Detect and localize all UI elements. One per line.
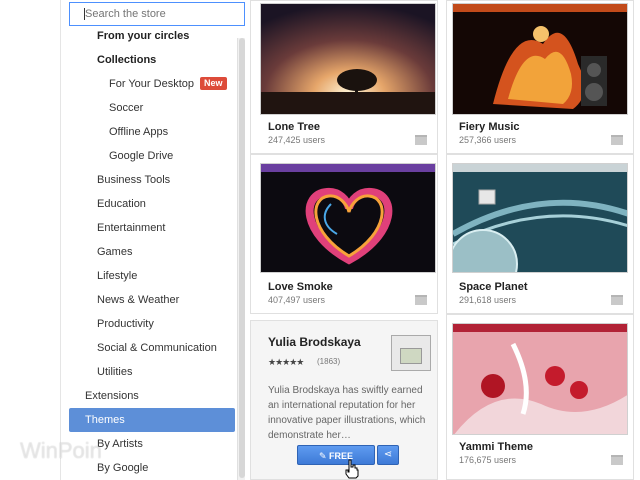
folder-icon[interactable] bbox=[611, 295, 623, 305]
hand-pointer-icon bbox=[345, 459, 359, 479]
sidebar-item-education[interactable]: Education bbox=[61, 192, 237, 216]
sidebar-item-label: By Artists bbox=[97, 438, 143, 450]
scrollbar-thumb[interactable] bbox=[239, 38, 245, 478]
sidebar-item-label: For Your Desktop bbox=[109, 78, 194, 90]
artist-theme-thumbnail[interactable] bbox=[391, 335, 431, 371]
artist-card[interactable]: Yulia Brodskaya ★★★★★ (1863) Yulia Brods… bbox=[250, 320, 438, 480]
theme-preview-icon bbox=[400, 348, 422, 364]
sidebar-item-games[interactable]: Games bbox=[61, 240, 237, 264]
theme-card-space-planet[interactable]: Space Planet 291,618 users bbox=[446, 154, 634, 314]
folder-icon[interactable] bbox=[611, 135, 623, 145]
rating-stars: ★★★★★ bbox=[268, 357, 304, 367]
lone-tree-image bbox=[261, 4, 435, 114]
theme-users: 247,425 users bbox=[268, 135, 326, 145]
folder-icon[interactable] bbox=[415, 295, 427, 305]
theme-card-yammi-theme[interactable]: Yammi Theme 176,675 users bbox=[446, 314, 634, 480]
sidebar-item-label: Productivity bbox=[97, 318, 154, 330]
theme-thumbnail[interactable] bbox=[260, 163, 436, 273]
fiery-music-image bbox=[453, 4, 627, 114]
theme-users: 257,366 users bbox=[459, 135, 517, 145]
theme-title[interactable]: Fiery Music bbox=[459, 121, 520, 133]
sidebar-item-label: Utilities bbox=[97, 366, 133, 378]
sidebar-item-soccer[interactable]: Soccer bbox=[61, 96, 237, 120]
sidebar-item-business-tools[interactable]: Business Tools bbox=[61, 168, 237, 192]
sidebar-item-label: By Google bbox=[97, 462, 149, 474]
sidebar-item-label: Business Tools bbox=[97, 174, 171, 186]
share-button[interactable]: ⋖ bbox=[377, 445, 399, 465]
sidebar-item-from-your-circles[interactable]: From your circles bbox=[61, 24, 237, 48]
theme-title[interactable]: Yammi Theme bbox=[459, 441, 533, 453]
sidebar-item-label: Themes bbox=[85, 414, 125, 426]
sidebar-item-label: From your circles bbox=[97, 30, 190, 42]
folder-icon[interactable] bbox=[415, 135, 427, 145]
sidebar-item-label: Collections bbox=[97, 54, 157, 66]
sidebar-item-lifestyle[interactable]: Lifestyle bbox=[61, 264, 237, 288]
sidebar-item-google-drive[interactable]: Google Drive bbox=[61, 144, 237, 168]
theme-card-fiery-music[interactable]: Fiery Music 257,366 users bbox=[446, 0, 634, 154]
brush-icon: ✎ bbox=[318, 451, 330, 461]
space-planet-image bbox=[453, 164, 627, 272]
yammi-theme-image bbox=[453, 324, 627, 434]
sidebar-item-label: Google Drive bbox=[109, 150, 174, 162]
theme-users: 407,497 users bbox=[268, 295, 326, 305]
artist-name[interactable]: Yulia Brodskaya bbox=[268, 335, 361, 349]
sidebar-item-themes[interactable]: Themes bbox=[69, 408, 235, 432]
sidebar-item-label: Extensions bbox=[85, 390, 139, 402]
theme-thumbnail[interactable] bbox=[260, 3, 436, 115]
sidebar-item-utilities[interactable]: Utilities bbox=[61, 360, 237, 384]
theme-thumbnail[interactable] bbox=[452, 3, 628, 115]
sidebar-item-social-communication[interactable]: Social & Communication bbox=[61, 336, 237, 360]
sidebar-item-for-your-desktop[interactable]: For Your Desktop New bbox=[61, 72, 237, 96]
love-smoke-image bbox=[261, 164, 435, 272]
sidebar-item-label: Education bbox=[97, 198, 146, 210]
rating-count: (1863) bbox=[317, 357, 341, 366]
sidebar-item-label: News & Weather bbox=[97, 294, 180, 306]
theme-users: 176,675 users bbox=[459, 455, 517, 465]
theme-thumbnail[interactable] bbox=[452, 163, 628, 273]
sidebar-item-news-weather[interactable]: News & Weather bbox=[61, 288, 237, 312]
sidebar-item-label: Games bbox=[97, 246, 133, 258]
new-badge: New bbox=[200, 77, 227, 90]
window-left-margin bbox=[0, 0, 60, 480]
theme-title[interactable]: Lone Tree bbox=[268, 121, 320, 133]
theme-title[interactable]: Love Smoke bbox=[268, 281, 333, 293]
themes-grid: Lone Tree 247,425 users Fiery Music 257,… bbox=[250, 0, 640, 480]
theme-users: 291,618 users bbox=[459, 295, 517, 305]
sidebar: From your circles Collections For Your D… bbox=[60, 0, 250, 480]
folder-icon[interactable] bbox=[611, 455, 623, 465]
search-input[interactable] bbox=[69, 2, 245, 26]
sidebar-scrollbar[interactable] bbox=[237, 38, 245, 480]
theme-card-love-smoke[interactable]: Love Smoke 407,497 users bbox=[250, 154, 438, 314]
search-box[interactable] bbox=[69, 2, 245, 26]
theme-thumbnail[interactable] bbox=[452, 323, 628, 435]
artist-description: Yulia Brodskaya has swiftly earned an in… bbox=[268, 385, 426, 441]
sidebar-item-offline-apps[interactable]: Offline Apps bbox=[61, 120, 237, 144]
free-button[interactable]: ✎ FREE bbox=[297, 445, 375, 465]
sidebar-item-label: Lifestyle bbox=[97, 270, 138, 282]
sidebar-item-entertainment[interactable]: Entertainment bbox=[61, 216, 237, 240]
sidebar-item-label: Entertainment bbox=[97, 222, 166, 234]
sidebar-item-collections[interactable]: Collections bbox=[61, 48, 237, 72]
sidebar-item-label: Social & Communication bbox=[97, 342, 217, 354]
theme-title[interactable]: Space Planet bbox=[459, 281, 527, 293]
share-icon: ⋖ bbox=[383, 449, 393, 460]
text-caret bbox=[84, 8, 85, 20]
sidebar-item-label: Offline Apps bbox=[109, 126, 169, 138]
sidebar-item-extensions[interactable]: Extensions bbox=[61, 384, 237, 408]
sidebar-item-label: Soccer bbox=[109, 102, 144, 114]
theme-card-lone-tree[interactable]: Lone Tree 247,425 users bbox=[250, 0, 438, 154]
sidebar-item-productivity[interactable]: Productivity bbox=[61, 312, 237, 336]
watermark-logo: WinPoin bbox=[20, 438, 102, 463]
